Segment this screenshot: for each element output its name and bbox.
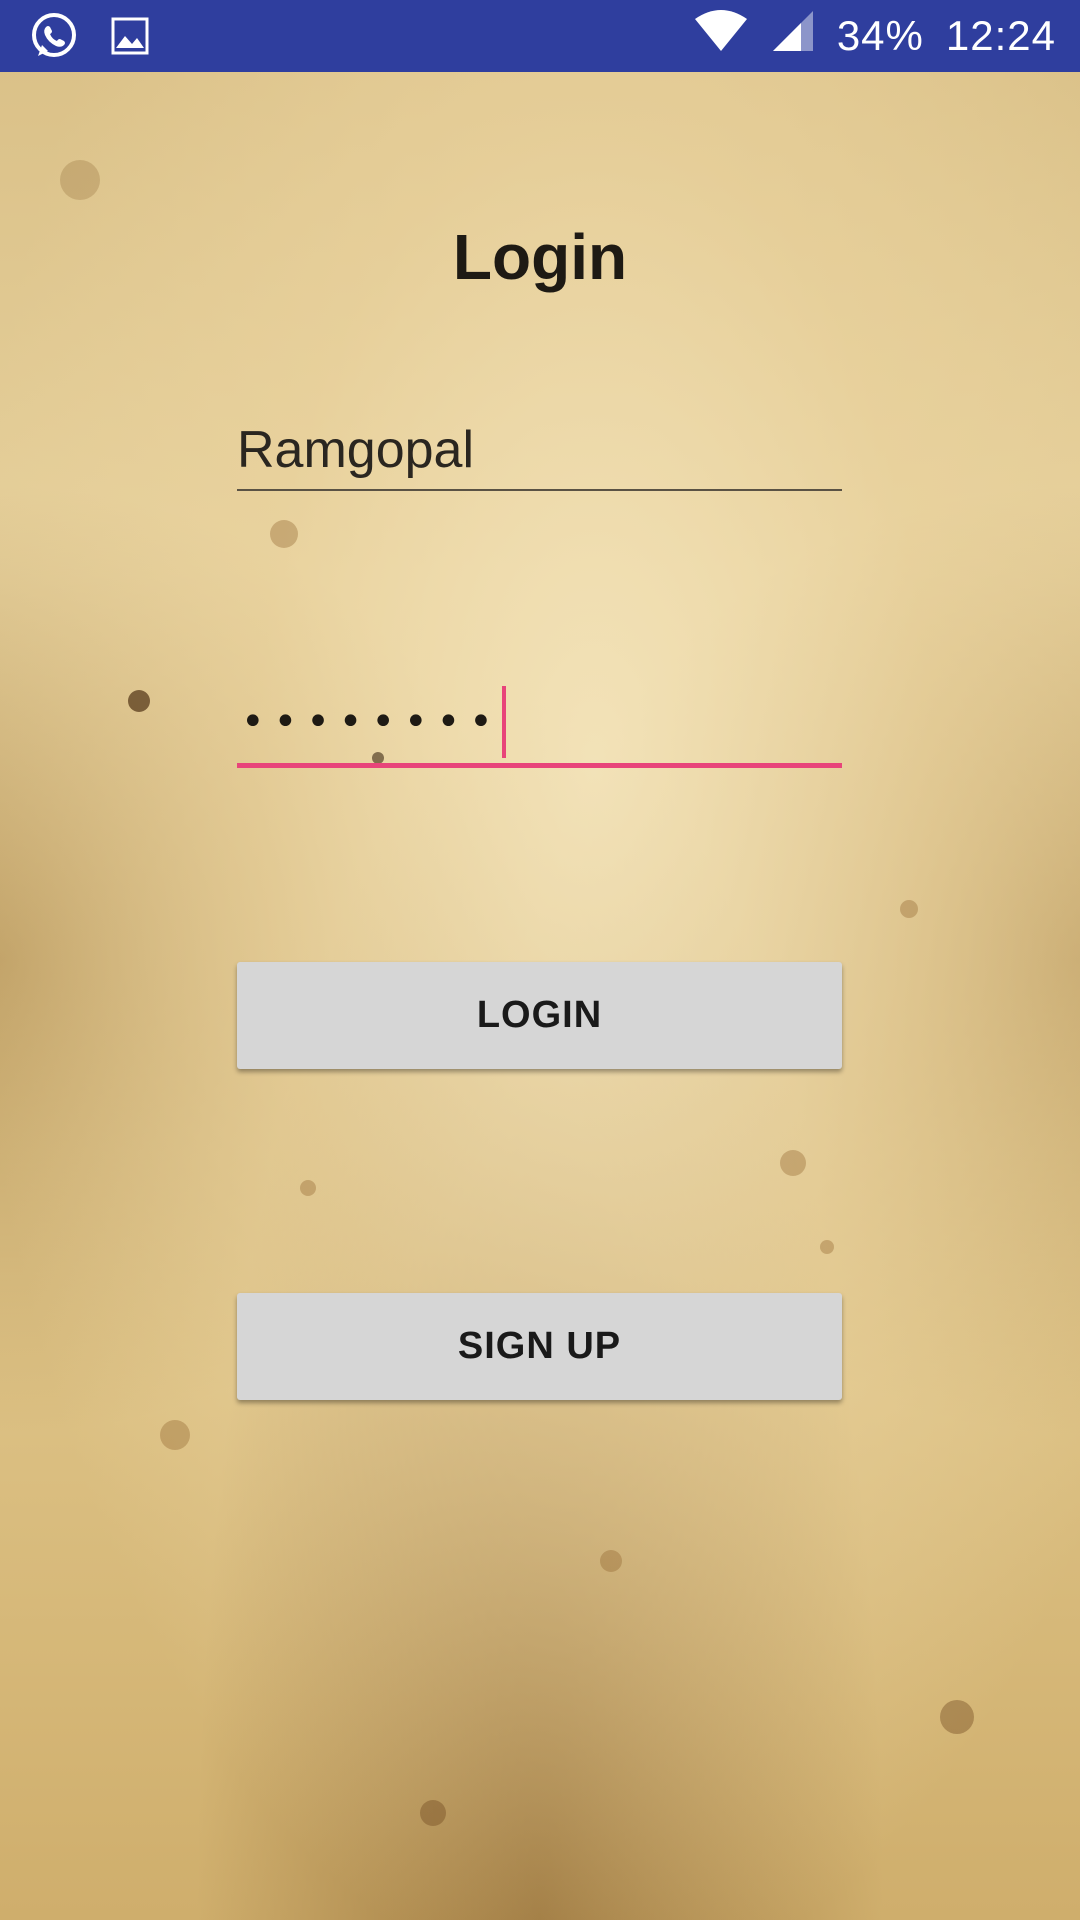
username-field[interactable]	[237, 410, 842, 490]
paper-stain	[160, 1420, 190, 1450]
clock: 12:24	[945, 12, 1056, 59]
paper-stain	[270, 520, 298, 548]
status-bar: 34% 12:24	[0, 0, 1080, 72]
paper-stain	[900, 900, 918, 918]
cell-signal-icon	[771, 9, 815, 63]
username-underline	[237, 489, 842, 491]
status-notifications	[28, 10, 150, 67]
paper-stain	[940, 1700, 974, 1734]
wifi-icon	[693, 9, 749, 63]
password-field[interactable]: ••••••••	[237, 682, 842, 762]
login-button[interactable]: LOGIN	[237, 962, 842, 1069]
battery-percent: 34%	[836, 12, 924, 59]
text-cursor	[501, 686, 506, 758]
paper-stain	[600, 1550, 622, 1572]
paper-stain	[820, 1240, 834, 1254]
paper-stain	[420, 1800, 446, 1826]
paper-stain	[60, 160, 100, 200]
login-screen: 34% 12:24 Login •••••••• LOGIN SIGN UP	[0, 0, 1080, 1920]
gallery-icon	[110, 16, 150, 61]
password-masked-value: ••••••••	[241, 699, 502, 745]
status-system: 34% 12:24	[693, 0, 1056, 72]
paper-stain	[780, 1150, 806, 1176]
paper-stain	[128, 690, 150, 712]
paper-stain	[300, 1180, 316, 1196]
whatsapp-icon	[28, 10, 80, 67]
page-title: Login	[452, 221, 628, 293]
signup-button[interactable]: SIGN UP	[237, 1293, 842, 1400]
password-underline	[237, 763, 842, 768]
